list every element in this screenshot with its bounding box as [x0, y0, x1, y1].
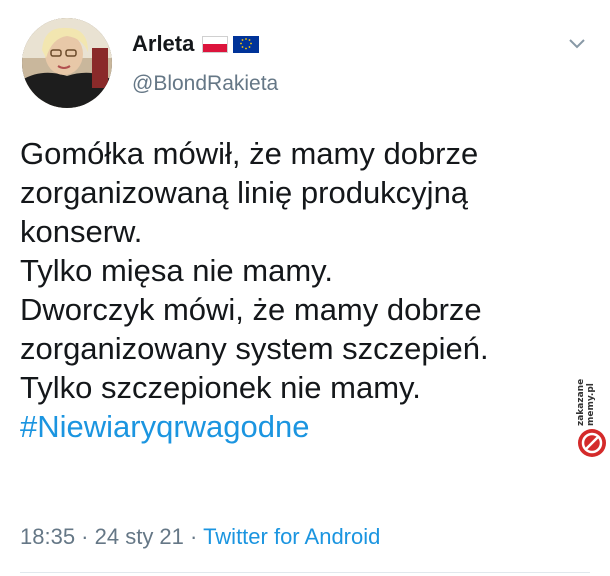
tweet-text: Gomółka mówił, że mamy dobrze zorganizow… — [20, 134, 595, 446]
chevron-down-icon[interactable] — [566, 34, 588, 52]
eu-flag-icon — [233, 35, 260, 53]
hashtag-link[interactable]: #Niewiaryqrwagodne — [20, 407, 595, 446]
user-handle[interactable]: @BlondRakieta — [132, 72, 278, 96]
poland-flag-icon — [202, 35, 229, 53]
watermark: zakazane memy.pl — [576, 372, 608, 464]
display-name[interactable]: Arleta — [132, 31, 194, 57]
tweet-line: Dworczyk mówi, że mamy dobrze — [20, 292, 482, 327]
meta-separator: · — [75, 524, 95, 549]
tweet-line: zorganizowaną linię produkcyjną — [20, 175, 469, 210]
tweet-line: Gomółka mówił, że mamy dobrze — [20, 136, 479, 171]
tweet-source-link[interactable]: Twitter for Android — [203, 524, 380, 549]
meta-separator: · — [183, 524, 204, 549]
author-name-row: Arleta — [132, 30, 260, 58]
tweet-time[interactable]: 18:35 — [20, 524, 75, 549]
tweet-line: Tylko mięsa nie mamy. — [20, 253, 333, 288]
prohibited-logo-icon — [578, 429, 606, 457]
divider — [20, 572, 590, 573]
tweet-meta: 18:35 · 24 sty 21 · Twitter for Android — [20, 524, 380, 550]
tweet-date[interactable]: 24 sty 21 — [95, 524, 184, 549]
watermark-text: zakazane memy.pl — [576, 378, 596, 426]
tweet-line: Tylko szczepionek nie mamy. — [20, 370, 421, 405]
avatar[interactable] — [22, 18, 112, 108]
avatar-photo — [22, 18, 112, 108]
tweet-line: zorganizowany system szczepień. — [20, 331, 489, 366]
tweet-line: konserw. — [20, 214, 143, 249]
tweet-card: Arleta @BlondRakieta Gomółka mówił, że m… — [0, 0, 610, 576]
